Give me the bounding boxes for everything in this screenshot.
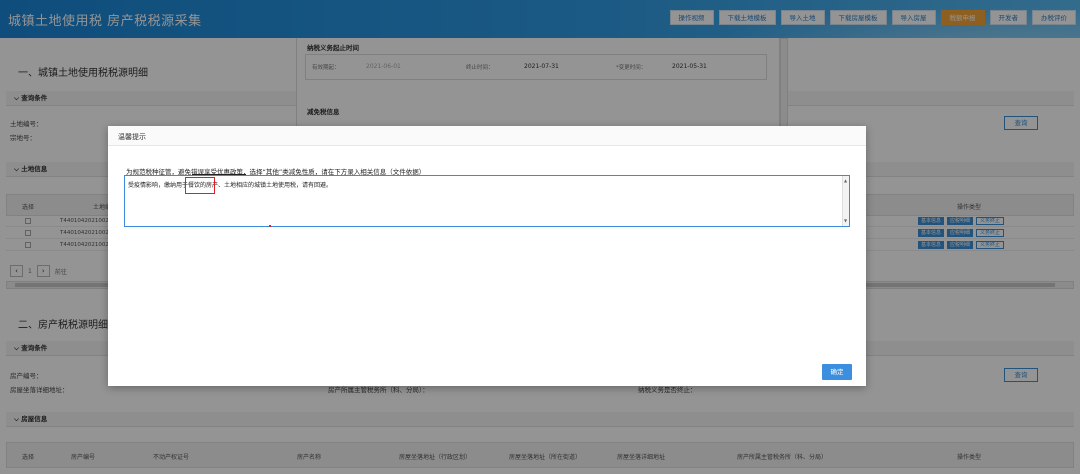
textarea-value[interactable]: 受疫情影响，缴纳用于餐饮的房产、土地相应的城镇土地使用税，请有回避。 [128,180,332,189]
dialog-title: 温馨提示 [118,133,146,141]
scroll-down-icon[interactable]: ▼ [844,218,847,223]
annotation-dot [269,225,271,227]
dialog-header: 温馨提示 [108,126,866,146]
warning-dialog: 温馨提示 为规范税种征管，避免错误享受优惠政策，选择“其他”类减免性质，请在下方… [108,126,866,386]
basis-textarea[interactable]: 受疫情影响，缴纳用于餐饮的房产、土地相应的城镇土地使用税，请有回避。 ▲ ▼ [124,175,850,227]
scroll-up-icon[interactable]: ▲ [844,178,847,183]
annotation-highlight-box [185,177,215,194]
textarea-scrollbar[interactable]: ▲ ▼ [842,176,849,226]
confirm-button[interactable]: 确定 [822,364,852,380]
